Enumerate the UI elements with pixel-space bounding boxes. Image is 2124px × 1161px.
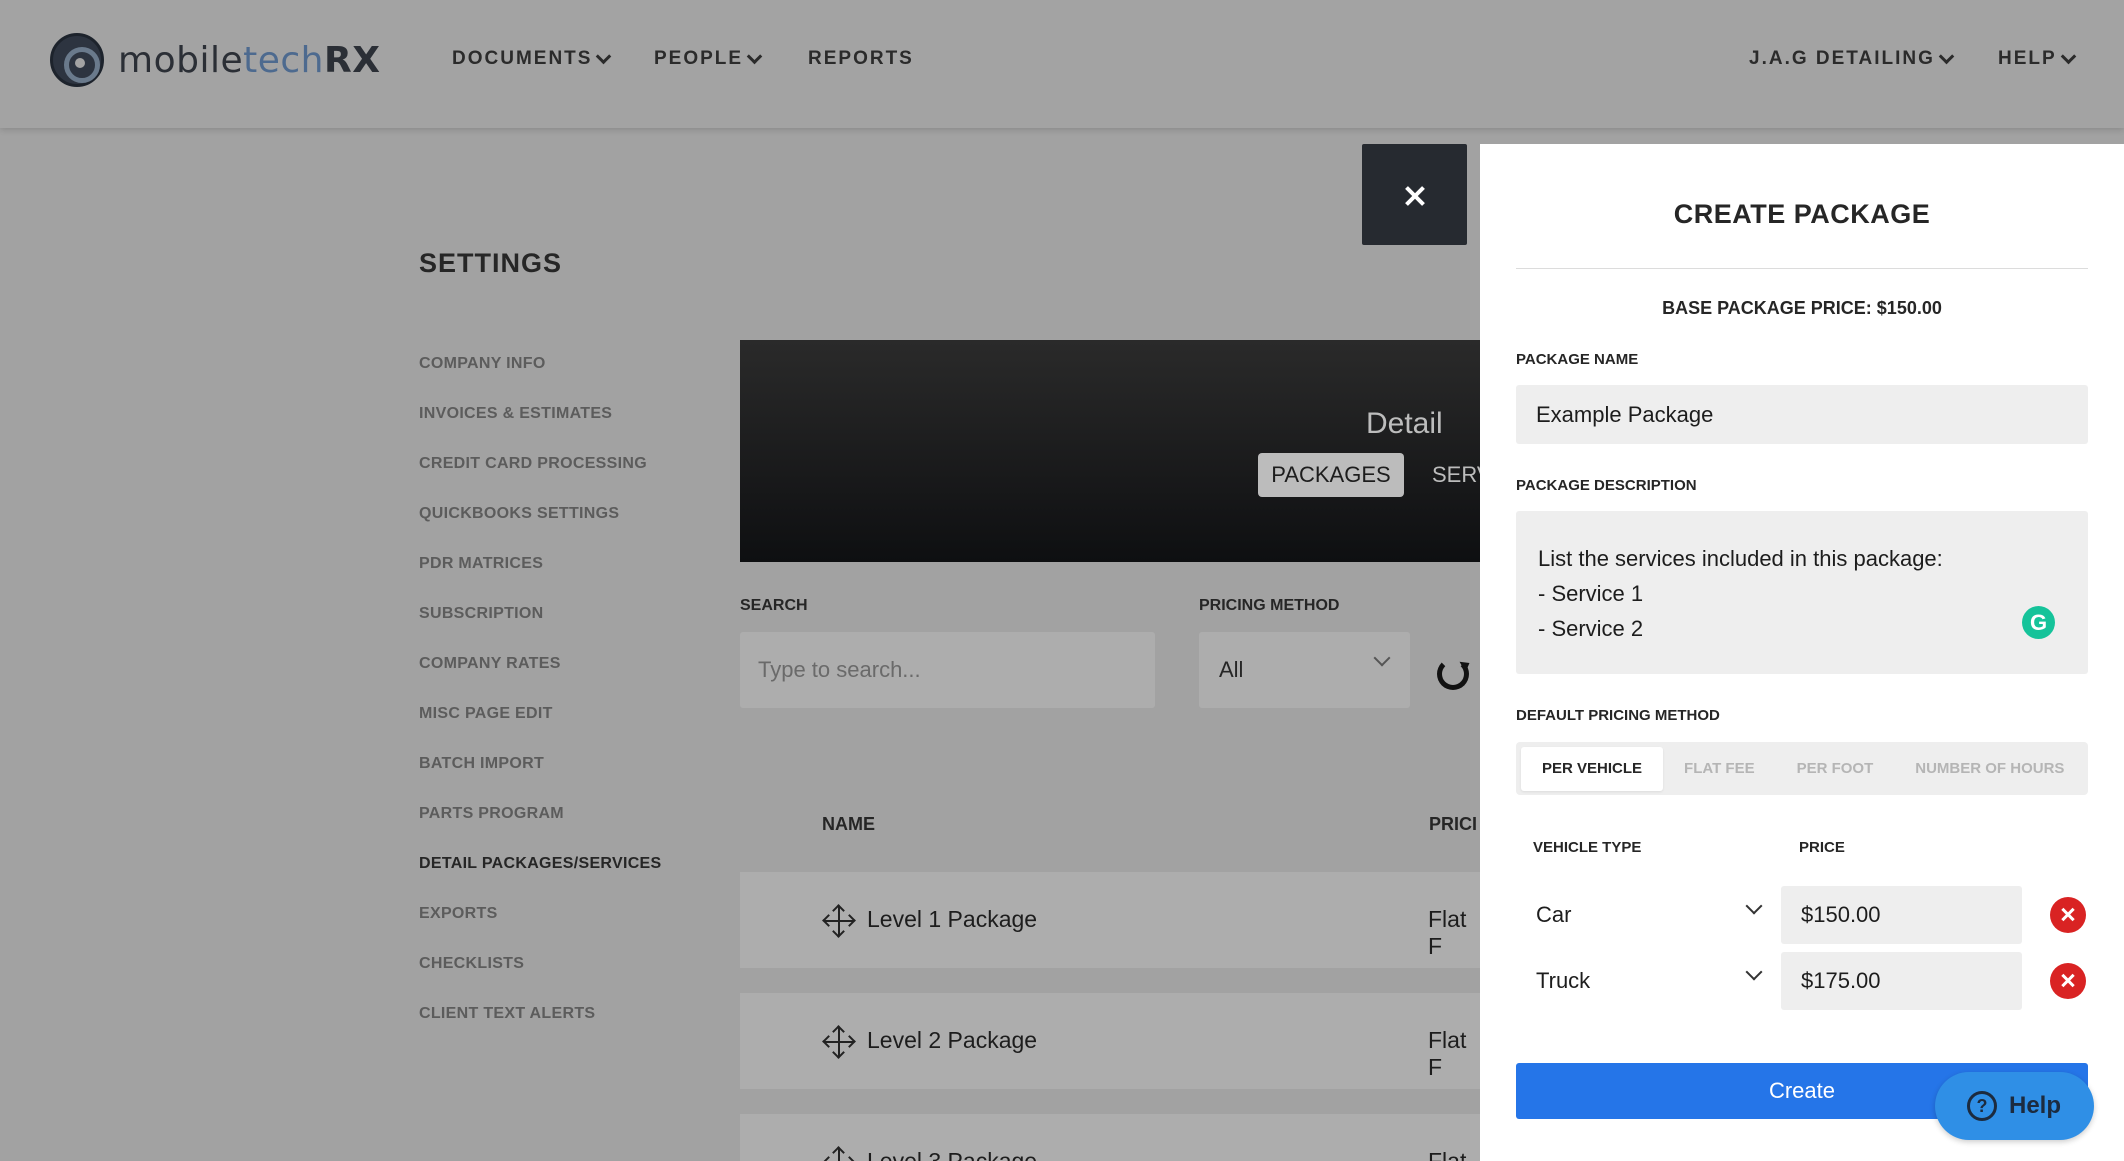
move-arrow-icon xyxy=(832,1046,845,1059)
grammarly-icon[interactable]: G xyxy=(2022,606,2055,639)
base-package-price: BASE PACKAGE PRICE: $150.00 xyxy=(1662,298,1942,318)
package-name: Level 1 Package xyxy=(867,906,1038,932)
vehicle-price-input[interactable]: $150.00 xyxy=(1781,886,2022,944)
menu-subscription[interactable]: SUBSCRIPTION xyxy=(419,605,662,655)
package-pricing: Flat F xyxy=(1428,906,1467,959)
help-widget-button[interactable]: ? Help xyxy=(1935,1072,2094,1140)
top-navbar: mobiletechRX DOCUMENTS PEOPLE REPORTS J.… xyxy=(0,0,2124,128)
pricing-method-segmented-control: PER VEHICLE FLAT FEE PER FOOT NUMBER OF … xyxy=(1516,742,2088,795)
menu-batch-import[interactable]: BATCH IMPORT xyxy=(419,755,662,805)
move-arrow-icon xyxy=(843,914,856,927)
move-arrow-icon xyxy=(822,1156,835,1161)
table-row[interactable]: Level 1 Package Flat F xyxy=(740,872,1480,968)
pricing-option-per-foot[interactable]: PER FOOT xyxy=(1776,747,1895,791)
table-row[interactable]: Level 3 Package Flat F xyxy=(740,1114,1480,1161)
package-pricing: Flat F xyxy=(1428,1027,1467,1080)
search-input[interactable]: Type to search... xyxy=(740,632,1155,708)
package-name-input[interactable]: Example Package xyxy=(1516,385,2088,444)
pricing-method-label: PRICING METHOD xyxy=(1199,597,1340,614)
package-description-textarea[interactable]: List the services included in this packa… xyxy=(1516,511,2088,674)
detail-banner xyxy=(740,340,1480,562)
package-name-label: PACKAGE NAME xyxy=(1516,351,1639,368)
vehicle-type-select[interactable]: Truck xyxy=(1516,952,1776,1010)
package-name: Level 3 Package xyxy=(867,1148,1038,1161)
move-arrow-icon xyxy=(843,1156,856,1161)
nav-documents[interactable]: DOCUMENTS xyxy=(452,48,612,70)
package-description-label: PACKAGE DESCRIPTION xyxy=(1516,477,1697,494)
chevron-down-icon xyxy=(746,48,763,64)
nav-people[interactable]: PEOPLE xyxy=(654,48,763,70)
chevron-down-icon xyxy=(596,48,612,64)
search-placeholder: Type to search... xyxy=(758,657,921,682)
pricing-option-per-vehicle[interactable]: PER VEHICLE xyxy=(1521,746,1664,791)
chevron-down-icon xyxy=(1373,649,1391,667)
remove-row-icon[interactable] xyxy=(2050,963,2086,999)
vehicle-type-column-header: VEHICLE TYPE xyxy=(1533,839,1642,856)
settings-side-menu: COMPANY INFO INVOICES & ESTIMATES CREDIT… xyxy=(419,355,662,1055)
menu-quickbooks-settings[interactable]: QUICKBOOKS SETTINGS xyxy=(419,505,662,555)
menu-invoices-estimates[interactable]: INVOICES & ESTIMATES xyxy=(419,405,662,455)
remove-row-icon[interactable] xyxy=(2050,897,2086,933)
nav-help[interactable]: HELP xyxy=(1998,48,2076,70)
tab-packages[interactable]: PACKAGES xyxy=(1258,453,1404,497)
nav-company-menu[interactable]: J.A.G DETAILING xyxy=(1749,48,1955,70)
pricing-option-number-of-hours[interactable]: NUMBER OF HOURS xyxy=(1894,747,2085,791)
menu-credit-card-processing[interactable]: CREDIT CARD PROCESSING xyxy=(419,455,662,505)
menu-exports[interactable]: EXPORTS xyxy=(419,905,662,955)
settings-title: SETTINGS xyxy=(419,248,563,278)
default-pricing-method-label: DEFAULT PRICING METHOD xyxy=(1516,707,1720,724)
drag-move-icon[interactable] xyxy=(822,1025,856,1059)
vehicle-price-input[interactable]: $175.00 xyxy=(1781,952,2022,1010)
menu-company-rates[interactable]: COMPANY RATES xyxy=(419,655,662,705)
close-drawer-button[interactable] xyxy=(1362,144,1467,245)
nav-reports[interactable]: REPORTS xyxy=(808,48,914,70)
move-arrow-icon xyxy=(843,1035,856,1048)
chevron-down-icon xyxy=(2060,48,2076,64)
mobiletechrx-logo[interactable]: mobiletechRX xyxy=(50,33,380,87)
question-circle-icon: ? xyxy=(1967,1091,1997,1121)
drawer-title: CREATE PACKAGE xyxy=(1673,199,1931,229)
move-arrow-icon xyxy=(832,904,845,917)
move-arrow-icon xyxy=(822,1035,835,1048)
chevron-down-icon xyxy=(1745,897,1763,915)
column-header-name: NAME xyxy=(822,814,875,834)
divider xyxy=(1516,268,2088,269)
search-label: SEARCH xyxy=(740,597,808,614)
menu-client-text-alerts[interactable]: CLIENT TEXT ALERTS xyxy=(419,1005,662,1055)
move-arrow-icon xyxy=(832,1146,845,1159)
move-arrow-icon xyxy=(832,1025,845,1038)
refresh-icon[interactable] xyxy=(1437,658,1469,690)
price-column-header: PRICE xyxy=(1799,839,1845,856)
vehicle-type-select[interactable]: Car xyxy=(1516,886,1776,944)
logo-wordmark: mobiletechRX xyxy=(118,39,381,81)
chevron-down-icon xyxy=(1938,48,1955,64)
table-row[interactable]: Level 2 Package Flat F xyxy=(740,993,1480,1089)
package-name: Level 2 Package xyxy=(867,1027,1038,1053)
menu-pdr-matrices[interactable]: PDR MATRICES xyxy=(419,555,662,605)
menu-checklists[interactable]: CHECKLISTS xyxy=(419,955,662,1005)
package-pricing: Flat F xyxy=(1428,1148,1467,1161)
chevron-down-icon xyxy=(1745,963,1763,981)
column-header-pricing: PRICI xyxy=(1429,814,1478,834)
menu-parts-program[interactable]: PARTS PROGRAM xyxy=(419,805,662,855)
menu-misc-page-edit[interactable]: MISC PAGE EDIT xyxy=(419,705,662,755)
pricing-method-select[interactable]: All xyxy=(1199,632,1410,708)
create-package-drawer: CREATE PACKAGE BASE PACKAGE PRICE: $150.… xyxy=(1480,144,2124,1161)
pricing-option-flat-fee[interactable]: FLAT FEE xyxy=(1663,747,1776,791)
move-arrow-icon xyxy=(832,925,845,938)
move-arrow-icon xyxy=(822,914,835,927)
banner-title: Detail xyxy=(1366,407,1443,440)
drag-move-icon[interactable] xyxy=(822,904,856,938)
menu-detail-packages-services[interactable]: DETAIL PACKAGES/SERVICES xyxy=(419,855,662,905)
drag-move-icon[interactable] xyxy=(822,1146,856,1161)
menu-company-info[interactable]: COMPANY INFO xyxy=(419,355,662,405)
wheel-logo-icon xyxy=(50,33,104,87)
